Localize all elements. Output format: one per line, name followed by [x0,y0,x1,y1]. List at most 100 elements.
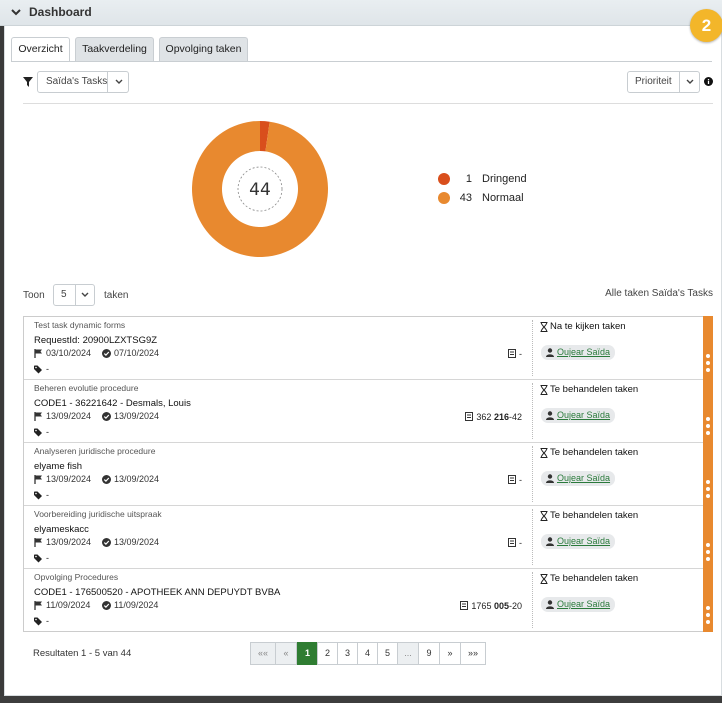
dropdown-separator [107,72,108,92]
legend-label: Dringend [482,173,527,185]
sort-dropdown[interactable]: Prioriteit [627,71,700,93]
first-page-button[interactable]: «« [250,642,276,665]
task-tags-value: - [46,427,49,437]
task-start-date: 13/09/2024 [46,411,92,421]
hourglass-icon [540,448,548,458]
page-1-button[interactable]: 1 [297,642,318,665]
user-icon [546,474,554,483]
task-due-date: 11/09/2024 [114,600,159,610]
assigned-user-chip[interactable]: Oujear Saïda [541,471,616,486]
task-filter-dropdown[interactable]: Saïda's Tasks [37,71,129,93]
ref-bold: 216 [493,412,509,422]
ref-bold: 005 [493,601,509,611]
task-procedure: Beheren evolutie procedure [34,383,139,393]
task-subject[interactable]: RequestId: 20900LZXTSG9Z [34,335,157,346]
ref-prefix: 362 [476,412,494,422]
task-tags-value: - [46,553,49,563]
pagination-ellipsis: ... [397,642,419,665]
legend-count: 1 [465,173,472,185]
tab-divider [11,61,712,62]
hourglass-icon [540,574,548,584]
tab-taakverdeling[interactable]: Taakverdeling [75,37,154,61]
task-start-date: 11/09/2024 [46,600,91,610]
check-circle-icon [102,412,111,421]
row-actions-menu[interactable] [703,442,713,506]
show-label: Toon [23,290,45,301]
legend-item-normaal[interactable]: 43 Normaal [438,191,558,205]
row-divider [532,572,533,628]
legend-item-dringend[interactable]: 1 Dringend [438,172,558,186]
task-subject[interactable]: CODE1 - 176500520 - APOTHEEK ANN DEPUYDT… [34,587,280,598]
row-actions-menu[interactable] [703,379,713,443]
flag-icon [34,601,42,610]
task-subject[interactable]: elyame fish [34,461,82,472]
flag-icon [34,538,42,547]
page-size-value: 5 [61,289,67,300]
task-status-label: Te behandelen taken [550,384,639,395]
page-4-button[interactable]: 4 [357,642,378,665]
dropdown-separator [75,285,76,305]
check-circle-icon [102,538,111,547]
tab-opvolging-taken[interactable]: Opvolging taken [159,37,248,61]
page-2-button[interactable]: 2 [317,642,338,665]
task-row[interactable]: Test task dynamic forms RequestId: 20900… [24,316,713,380]
results-count: Resultaten 1 - 5 van 44 [33,648,132,659]
flag-icon [34,412,42,421]
task-row[interactable]: Analyseren juridische procedure elyame f… [24,442,713,506]
task-subject[interactable]: elyameskacc [34,524,89,535]
task-row[interactable]: Opvolging Procedures CODE1 - 176500520 -… [24,568,713,632]
user-icon [546,537,554,546]
page-size-dropdown[interactable]: 5 [53,284,95,306]
legend-dot [438,173,450,185]
prev-page-button[interactable]: « [275,642,297,665]
task-tags-value: - [46,616,49,626]
task-subject[interactable]: CODE1 - 36221642 - Desmals, Louis [34,398,191,409]
task-procedure: Opvolging Procedures [34,572,119,582]
flag-icon [34,475,42,484]
ref-suffix: -20 [508,601,522,611]
page-3-button[interactable]: 3 [337,642,358,665]
priority-donut-chart: 44 [192,121,328,257]
document-icon [508,349,516,358]
assigned-user-chip[interactable]: Oujear Saïda [541,534,616,549]
tag-icon [34,491,42,500]
task-reference: 1765 005-20 [460,601,522,611]
document-icon [465,412,474,421]
chevron-down-icon[interactable] [11,7,21,17]
legend-count: 43 [459,192,472,204]
row-actions-menu[interactable] [703,316,713,380]
tag-icon [34,428,42,437]
ref-prefix: 1765 [471,601,494,611]
assigned-user-chip[interactable]: Oujear Saïda [541,597,616,612]
all-tasks-link[interactable]: Alle taken Saïda's Tasks [520,288,713,299]
user-icon [546,348,554,357]
last-page-button[interactable]: »» [460,642,486,665]
tab-overzicht[interactable]: Overzicht [11,37,70,62]
chevron-down-icon [81,292,89,297]
page-5-button[interactable]: 5 [377,642,398,665]
next-page-button[interactable]: » [439,642,461,665]
document-icon [460,601,469,610]
task-row[interactable]: Beheren evolutie procedure CODE1 - 36221… [24,379,713,443]
task-due-date: 13/09/2024 [114,537,160,547]
info-icon[interactable] [704,77,713,86]
assigned-user-name: Oujear Saïda [557,347,611,357]
tag-icon [34,617,42,626]
ref-suffix: -42 [508,412,522,422]
row-actions-menu[interactable] [703,505,713,569]
ref-suffix: - [519,538,522,548]
assigned-user-chip[interactable]: Oujear Saïda [541,408,616,423]
task-due-date: 13/09/2024 [114,411,160,421]
assigned-user-name: Oujear Saïda [557,410,611,420]
row-actions-menu[interactable] [703,568,713,632]
task-start-date: 03/10/2024 [46,348,92,358]
user-icon [546,411,554,420]
page-9-button[interactable]: 9 [418,642,440,665]
row-divider [532,446,533,502]
row-divider [532,509,533,565]
dashboard-header[interactable]: Dashboard [0,0,722,26]
task-due-date: 13/09/2024 [114,474,160,484]
task-row[interactable]: Voorbereiding juridische uitspraak elyam… [24,505,713,569]
donut-total-label: 44 [249,180,271,200]
assigned-user-chip[interactable]: Oujear Saïda [541,345,616,360]
